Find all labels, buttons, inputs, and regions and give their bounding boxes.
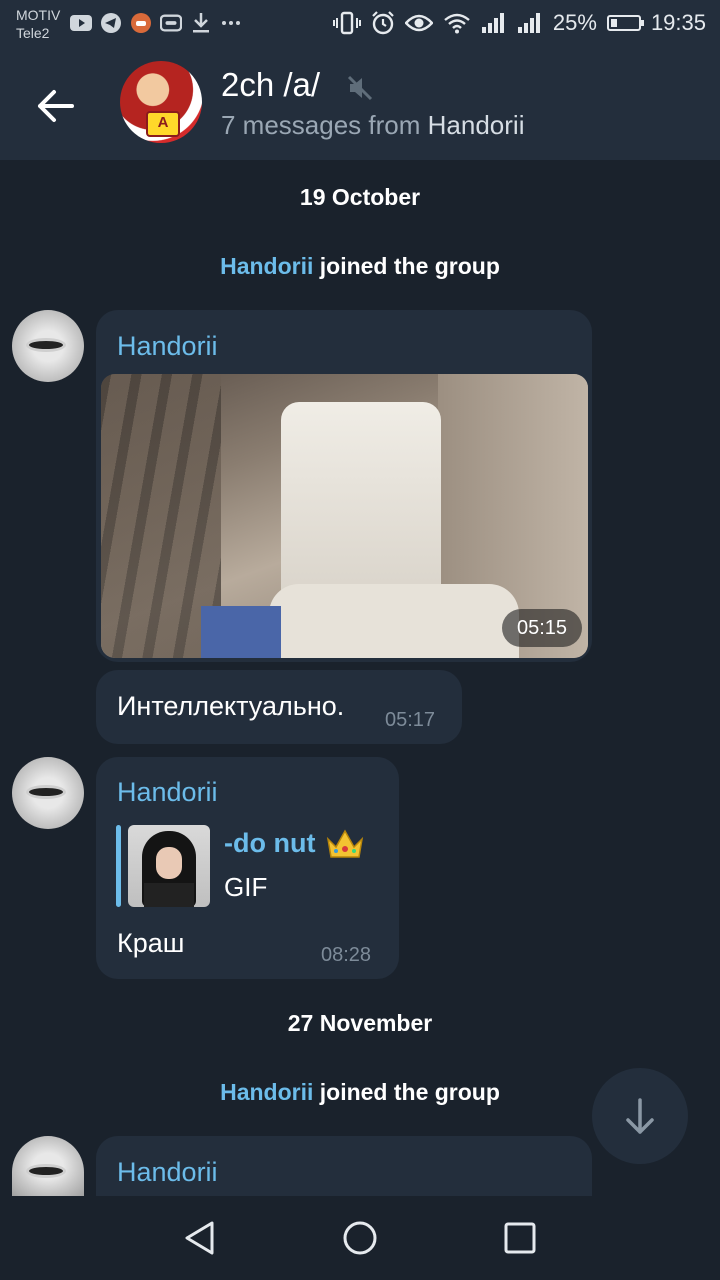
- status-bar: MOTIV Tele2 25% 19:35: [0, 0, 720, 48]
- reply-author[interactable]: -do nut: [224, 828, 315, 859]
- nav-back-button[interactable]: [182, 1220, 218, 1256]
- eye-icon: [404, 14, 433, 32]
- notification-icons: [70, 12, 242, 34]
- message-time: 05:17: [385, 709, 436, 731]
- avatar[interactable]: [12, 1136, 84, 1196]
- alarm-icon: [372, 11, 394, 35]
- signal-icon: [481, 13, 504, 33]
- chat-subtitle: 7 messages from Handorii: [221, 110, 524, 141]
- sender-name[interactable]: Handorii: [117, 777, 218, 808]
- more-icon: [220, 12, 242, 34]
- battery-icon: [606, 15, 644, 31]
- carrier-1: MOTIV: [16, 7, 61, 23]
- avatar[interactable]: [12, 310, 84, 382]
- carrier-2: Tele2: [16, 25, 50, 41]
- nav-recents-button[interactable]: [502, 1220, 538, 1256]
- reply-thumbnail[interactable]: [128, 825, 210, 907]
- date-separator: 27 November: [287, 1010, 433, 1036]
- group-avatar[interactable]: A: [120, 61, 202, 143]
- crown-icon: [326, 829, 364, 858]
- battery-percent: 25%: [552, 10, 597, 35]
- subtitle-user: Handorii: [427, 110, 525, 140]
- date-separator: 19 October: [299, 184, 421, 210]
- signal-icon: [517, 13, 540, 33]
- square-recents-icon: [504, 1222, 536, 1254]
- service-user[interactable]: Handorii: [220, 1079, 313, 1105]
- arrow-down-icon: [626, 1098, 654, 1134]
- service-text: joined the group: [319, 253, 500, 279]
- message-time: 08:28: [321, 944, 372, 966]
- circle-home-icon: [343, 1221, 377, 1255]
- message-text: Интеллектуально.: [117, 691, 345, 721]
- service-message: Handorii joined the group: [0, 253, 720, 280]
- avatar[interactable]: [12, 757, 84, 829]
- youtube-icon: [70, 12, 92, 34]
- reply-type: GIF: [224, 872, 268, 902]
- vr-icon: [160, 12, 182, 34]
- wifi-icon: [444, 13, 470, 34]
- arrow-left-icon: [38, 90, 74, 122]
- avatar-badge: A: [146, 111, 180, 137]
- chat-title[interactable]: 2ch /a/: [221, 66, 320, 104]
- back-button[interactable]: [28, 78, 84, 134]
- message-time: 05:15: [502, 609, 582, 647]
- status-right: 25% 19:35: [332, 10, 706, 36]
- app-icon: [130, 12, 152, 34]
- chat-header: A 2ch /a/ 7 messages from Handorii: [0, 48, 720, 160]
- scroll-down-button[interactable]: [592, 1068, 688, 1164]
- carrier-info: MOTIV Tele2: [16, 6, 60, 42]
- service-user[interactable]: Handorii: [220, 253, 313, 279]
- mute-icon: [347, 75, 373, 101]
- nav-home-button[interactable]: [342, 1220, 378, 1256]
- service-text: joined the group: [319, 1079, 500, 1105]
- sender-name[interactable]: Handorii: [117, 1157, 218, 1188]
- vibrate-icon: [332, 11, 361, 35]
- reply-bar: [116, 825, 121, 907]
- telegram-icon: [100, 12, 122, 34]
- triangle-back-icon: [185, 1221, 214, 1255]
- message-text: Краш: [117, 928, 185, 958]
- sender-name[interactable]: Handorii: [117, 331, 218, 362]
- navigation-bar: [0, 1196, 720, 1280]
- download-icon: [190, 12, 212, 34]
- subtitle-prefix: 7 messages from: [221, 110, 421, 140]
- clock: 19:35: [650, 10, 706, 35]
